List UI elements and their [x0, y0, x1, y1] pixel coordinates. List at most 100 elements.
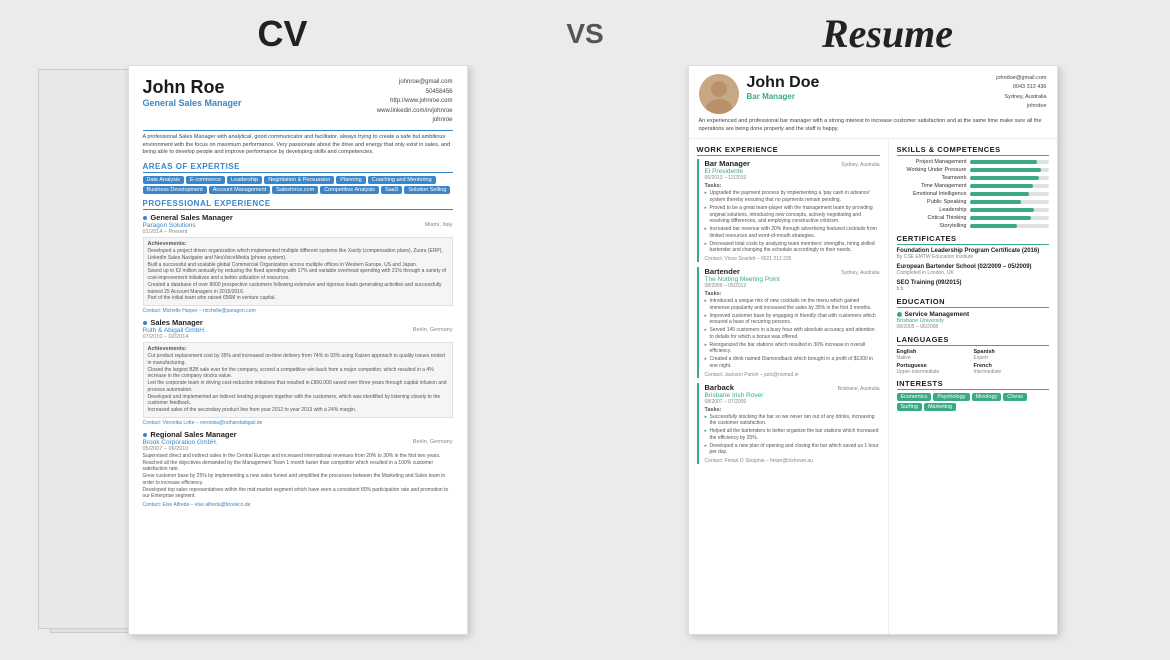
resume-j2-task-3: Served 145 customers in a busy hour with…	[705, 327, 880, 341]
resume-email: johndoe@gmail.com	[996, 74, 1046, 83]
skill-bar-fill-5	[970, 200, 1021, 204]
cv-skill-1: E-commerce	[186, 176, 225, 184]
resume-certs-title: CERTIFICATES	[897, 234, 1049, 245]
resume-j3-tasks-label: Tasks:	[705, 407, 880, 413]
skill-bar-fill-8	[970, 224, 1017, 228]
interest-3: Chess	[1003, 393, 1027, 401]
cv-job-2: Sales Manager Ruth & Abigail GmbH. Berli…	[143, 318, 453, 426]
content-area: John Roe General Sales Manager johnroe@g…	[20, 65, 1150, 650]
resume-edu-title: EDUCATION	[897, 297, 1049, 308]
resume-j1-company: El Presidente	[705, 168, 880, 175]
resume-interests-title: INTERESTS	[897, 379, 1049, 390]
resume-skills-title: SKILLS & COMPETENCES	[897, 145, 1049, 156]
resume-role: Bar Manager	[747, 92, 989, 101]
interests-grid: Economics Psychology Mixology Chess Surf…	[897, 393, 1049, 411]
resume-j1-task-3: Increased bar revenue with 20% through a…	[705, 226, 880, 240]
cv-skills-grid: Date Analysis E-commerce Leadership Nego…	[143, 176, 453, 194]
edu-degree-0: Service Management	[905, 311, 970, 318]
resume-j2-contact: Contact: Jackson Parish – jack@nomad.in	[705, 372, 880, 378]
skill-name-6: Leadership	[897, 207, 967, 213]
top-header: CV VS Resume	[20, 10, 1150, 57]
interest-0: Economics	[897, 393, 932, 401]
skill-bar-fill-0	[970, 160, 1037, 164]
cv-phone: 50458456	[377, 88, 453, 98]
resume-contact-info: johndoe@gmail.com 0043 312 436 Sydney, A…	[996, 74, 1046, 111]
resume-j3-task-2: Helped all the bartenders to better orga…	[705, 428, 880, 442]
skill-name-0: Project Management	[897, 159, 967, 165]
resume-j1-location: Sydney, Australia	[841, 162, 879, 168]
interest-2: Mixology	[972, 393, 1002, 401]
resume-j2-tasks-label: Tasks:	[705, 291, 880, 297]
resume-name: John Doe	[747, 74, 989, 92]
resume-j2-task-4: Reorganized the bar stations which resul…	[705, 342, 880, 356]
resume-j2-company: The Notting Meeting Point	[705, 276, 880, 283]
resume-j1-task-1: Upgraded the payment process by implemen…	[705, 190, 880, 204]
resume-work-title: WORK EXPERIENCE	[697, 145, 880, 156]
cv-j2-contact: Contact: Veronika Lotte – veronika@rutha…	[143, 420, 453, 426]
cv-skill-11: Solution Selling	[404, 186, 450, 194]
skill-name-1: Working Under Pressure	[897, 167, 967, 173]
cv-divider-1	[143, 130, 453, 131]
skill-name-5: Public Speaking	[897, 199, 967, 205]
resume-j2-task-1: Introduced a unique mix of new cocktails…	[705, 298, 880, 312]
cv-j3-company: Brook Corporation GmbH.	[143, 439, 218, 446]
skill-row-3: Time Management	[897, 183, 1049, 189]
cv-email: johnroe@gmail.com	[377, 78, 453, 88]
skill-row-0: Project Management	[897, 159, 1049, 165]
skill-row-1: Working Under Pressure	[897, 167, 1049, 173]
skill-bar-bg-2	[970, 176, 1049, 180]
resume-header-row: John Doe Bar Manager johndoe@gmail.com 0…	[699, 74, 1047, 114]
edu-item-0: Service Management Brisbane University 0…	[897, 311, 1049, 330]
resume-j3-contact: Contact: Fintan O Sleáphia – fintan@iris…	[705, 458, 880, 464]
cv-j1-desc: Developed a project driven organization …	[148, 248, 448, 302]
resume-j3-header: Barback Brisbane, Australia	[705, 383, 880, 392]
cv-skill-4: Planning	[336, 176, 365, 184]
cert-item-1: European Bartender School (02/2009 – 05/…	[897, 264, 1049, 276]
cv-bio: A professional Sales Manager with analyt…	[143, 134, 453, 157]
cv-j3-contact: Contact: Else Alfreda – else.alfreda@bro…	[143, 502, 453, 508]
cert-item-0: Foundation Leadership Program Certificat…	[897, 248, 1049, 260]
resume-paper: John Doe Bar Manager johndoe@gmail.com 0…	[688, 65, 1058, 635]
skill-row-7: Critical Thinking	[897, 215, 1049, 221]
cv-j1-location: Miami, Italy	[425, 222, 453, 229]
resume-job-2: Bartender Sydney, Australia The Notting …	[697, 267, 880, 378]
skill-row-4: Emotional Intelligence	[897, 191, 1049, 197]
cv-skill-5: Coaching and Mentoring	[368, 176, 436, 184]
skill-bar-bg-3	[970, 184, 1049, 188]
resume-j2-task-5: Created a drink named Diamondback which …	[705, 356, 880, 370]
cv-skill-7: Account Management	[209, 186, 271, 194]
skill-row-6: Leadership	[897, 207, 1049, 213]
resume-j1-task-4: Decreased total costs by analyzing team …	[705, 241, 880, 255]
cv-areas-title: AREAS OF EXPERTISE	[143, 162, 453, 173]
resume-j2-date: 08/2009 – 05/2013	[705, 283, 880, 289]
resume-j3-company: Brisbane Irish Rover	[705, 392, 880, 399]
languages-grid: English Native Spanish Expert Portuguese…	[897, 349, 1049, 375]
resume-lang-title: LANGUAGES	[897, 335, 1049, 346]
cv-j3-date: 05/2007 – 06/2010	[143, 446, 453, 452]
interest-1: Psychology	[933, 393, 969, 401]
skill-row-5: Public Speaking	[897, 199, 1049, 205]
cv-j1-date: 01/2014 – Present	[143, 229, 453, 235]
skill-bar-fill-2	[970, 176, 1040, 180]
cv-contact-info: johnroe@gmail.com 50458456 http://www.jo…	[377, 78, 453, 126]
resume-heading: Resume	[625, 10, 1150, 57]
resume-j3-task-1: Successfully stocking the bar so we neve…	[705, 414, 880, 428]
skill-bar-fill-3	[970, 184, 1033, 188]
resume-j3-date: 08/2007 – 07/2009	[705, 399, 880, 405]
edu-date-0: 08/2005 – 06/2008	[897, 324, 1049, 330]
skill-row-2: Teamwork	[897, 175, 1049, 181]
resume-j2-location: Sydney, Australia	[841, 270, 879, 276]
resume-bio: An experienced and professional bar mana…	[699, 118, 1047, 133]
skill-name-3: Time Management	[897, 183, 967, 189]
cv-skype: johnroe	[377, 116, 453, 126]
skill-name-2: Teamwork	[897, 175, 967, 181]
skill-bar-bg-0	[970, 160, 1049, 164]
resume-j1-date: 06/2013 – 12/2019	[705, 175, 880, 181]
resume-top-bar: John Doe Bar Manager johndoe@gmail.com 0…	[689, 66, 1057, 139]
cv-skill-2: Leadership	[227, 176, 262, 184]
cv-j1-contact: Contact: Michelle Harper – michelle@para…	[143, 308, 453, 314]
cv-skill-6: Business Development	[143, 186, 207, 194]
vs-heading: VS	[545, 18, 625, 50]
skill-name-4: Emotional Intelligence	[897, 191, 967, 197]
resume-j3-title: Barback	[705, 383, 735, 392]
